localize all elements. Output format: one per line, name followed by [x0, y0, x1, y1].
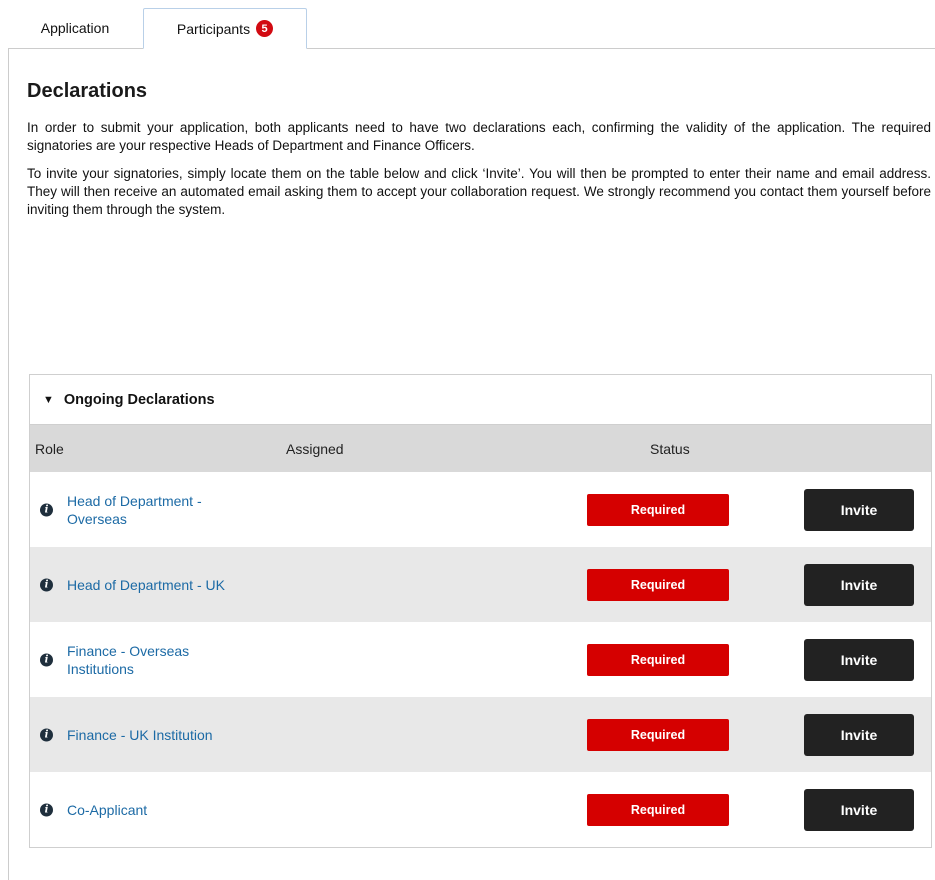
role-link[interactable]: Finance - UK Institution: [67, 726, 327, 744]
invite-button[interactable]: Invite: [804, 563, 914, 606]
invite-button[interactable]: Invite: [804, 488, 914, 531]
status-badge: Required: [587, 793, 729, 826]
table-row: i Head of Department - Overseas Required…: [30, 472, 931, 547]
info-icon[interactable]: i: [40, 728, 53, 741]
status-badge: Required: [587, 718, 729, 751]
ongoing-declarations-title: Ongoing Declarations: [63, 391, 215, 408]
invite-button[interactable]: Invite: [804, 638, 914, 681]
table-row: i Finance - UK Institution Required Invi…: [30, 697, 931, 772]
invite-button[interactable]: Invite: [804, 788, 914, 831]
caret-down-icon: ▼: [43, 393, 54, 406]
intro-paragraph: In order to submit your application, bot…: [27, 120, 931, 153]
column-header-role: Role: [35, 440, 64, 457]
table-row: i Head of Department - UK Required Invit…: [30, 547, 931, 622]
table-header: Role Assigned Status: [30, 425, 931, 472]
info-icon[interactable]: i: [40, 803, 53, 816]
table-row: i Co-Applicant Required Invite: [30, 772, 931, 847]
tab-application[interactable]: Application: [8, 8, 142, 48]
column-header-status: Status: [650, 440, 690, 457]
status-badge: Required: [587, 643, 729, 676]
tab-participants[interactable]: Participants 5: [143, 8, 307, 49]
role-link[interactable]: Finance - Overseas Institutions: [67, 642, 237, 678]
table-row: i Finance - Overseas Institutions Requir…: [30, 622, 931, 697]
column-header-assigned: Assigned: [286, 440, 344, 457]
status-badge: Required: [587, 493, 729, 526]
tab-bar: Application Participants 5: [8, 8, 935, 49]
page-title: Declarations: [27, 80, 148, 102]
participants-count-badge: 5: [256, 20, 274, 37]
tab-participants-label: Participants: [176, 20, 251, 37]
instructions-paragraph: To invite your signatories, simply locat…: [27, 166, 931, 217]
tab-application-label: Application: [40, 20, 110, 36]
info-icon[interactable]: i: [40, 503, 53, 516]
info-icon[interactable]: i: [40, 653, 53, 666]
ongoing-declarations-panel: ▼ Ongoing Declarations Role Assigned Sta…: [29, 374, 932, 848]
panel-left-border: [8, 48, 9, 880]
invite-button[interactable]: Invite: [804, 713, 914, 756]
role-link[interactable]: Co-Applicant: [67, 801, 257, 819]
ongoing-declarations-toggle[interactable]: ▼ Ongoing Declarations: [30, 375, 931, 425]
declarations-section: Declarations In order to submit your app…: [27, 80, 931, 219]
info-icon[interactable]: i: [40, 578, 53, 591]
status-badge: Required: [587, 568, 729, 601]
role-link[interactable]: Head of Department - UK: [67, 576, 327, 594]
role-link[interactable]: Head of Department - Overseas: [67, 492, 257, 528]
